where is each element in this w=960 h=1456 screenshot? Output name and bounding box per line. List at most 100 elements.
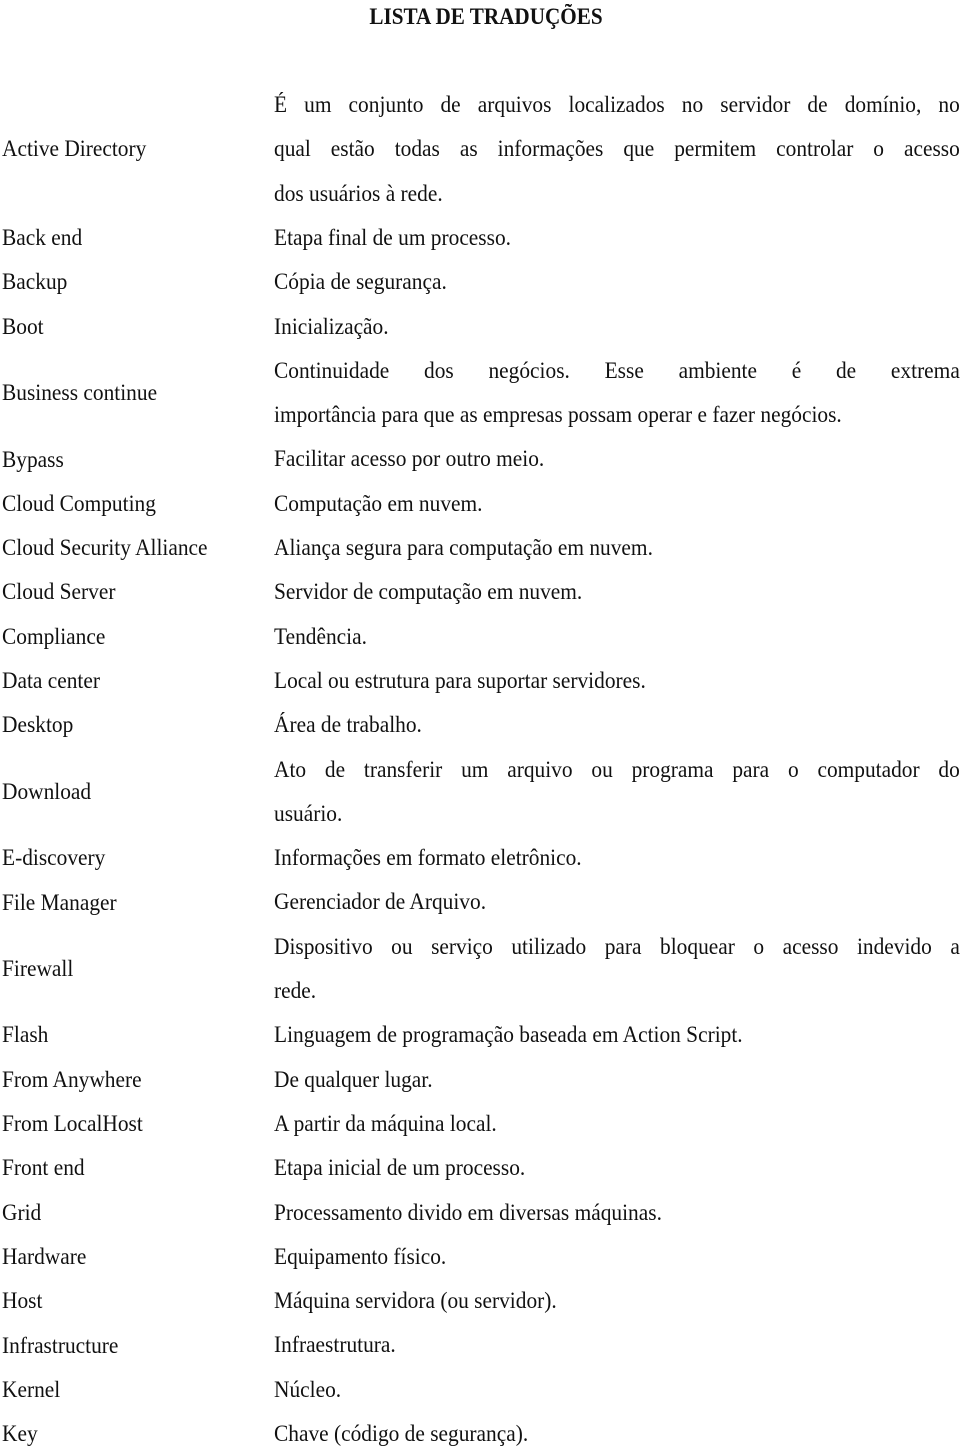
glossary-entry: Front end Etapa inicial de um processo. — [0, 1146, 960, 1190]
glossary-definition: Etapa final de um processo. — [274, 216, 960, 260]
glossary-term: Compliance — [2, 623, 106, 649]
glossary-term: File Manager — [2, 889, 117, 915]
definition-line: Etapa final de um processo. — [274, 224, 512, 250]
glossary-term: Boot — [2, 313, 44, 339]
glossary-definition: Cópia de segurança. — [274, 260, 960, 304]
glossary-definition: É um conjunto de arquivos localizados no… — [274, 83, 960, 216]
glossary-definition: Tendência. — [274, 615, 960, 659]
glossary-entry: Cloud Server Servidor de computação em nu… — [0, 570, 960, 614]
glossary-term: Back end — [2, 225, 83, 251]
definition-line: Continuidade dos negócios. Esse ambiente… — [274, 357, 960, 383]
glossary-entry: Infrastructure Infraestrutura. — [0, 1323, 960, 1367]
glossary-entry: Grid Processamento divido em diversas máq… — [0, 1191, 960, 1235]
definition-line: De qualquer lugar. — [274, 1066, 433, 1092]
glossary-term: From Anywhere — [2, 1066, 142, 1092]
glossary-term: From LocalHost — [2, 1111, 143, 1137]
definition-line: Máquina servidora (ou servidor). — [274, 1288, 557, 1314]
definition-line: Linguagem de programação baseada em Acti… — [274, 1022, 743, 1048]
glossary-term: Front end — [2, 1155, 85, 1181]
glossary-definition: Servidor de computação em nuvem. — [274, 570, 960, 614]
glossary-entry: File Manager Gerenciador de Arquivo. — [0, 880, 960, 924]
definition-line: Computação em nuvem. — [274, 490, 483, 516]
definition-line: Tendência. — [274, 623, 367, 649]
glossary-definition: Processamento divido em diversas máquina… — [274, 1191, 960, 1235]
glossary-definition: Etapa inicial de um processo. — [274, 1146, 960, 1190]
definition-line: Ato de transferir um arquivo ou programa… — [274, 756, 960, 782]
definition-line: Servidor de computação em nuvem. — [274, 579, 583, 605]
definition-line: Facilitar acesso por outro meio. — [274, 446, 545, 472]
glossary-term: Key — [2, 1421, 38, 1447]
definition-line: Informações em formato eletrônico. — [274, 845, 582, 871]
glossary-term: Business continue — [2, 380, 158, 406]
definition-line: A partir da máquina local. — [274, 1110, 497, 1136]
glossary-term: Desktop — [2, 712, 74, 738]
glossary-term: Grid — [2, 1199, 42, 1225]
definition-line: Chave (código de segurança). — [274, 1421, 529, 1446]
glossary-term: Bypass — [2, 446, 64, 472]
page-title: LISTA DE TRADUÇÕES — [369, 4, 603, 29]
glossary-entry: Backup Cópia de segurança. — [0, 260, 960, 304]
glossary-term: Cloud Server — [2, 579, 116, 605]
glossary-entry: From LocalHost A partir da máquina local. — [0, 1102, 960, 1146]
glossary-term: Hardware — [2, 1243, 87, 1269]
glossary-term: Kernel — [2, 1376, 61, 1402]
glossary-entry: Active Directory É um conjunto de arquivo… — [0, 83, 960, 216]
glossary-definition: Computação em nuvem. — [274, 482, 960, 526]
glossary-entry: Kernel Núcleo. — [0, 1368, 960, 1412]
glossary-definition: Facilitar acesso por outro meio. — [274, 437, 960, 481]
glossary-definition: Dispositivo ou serviço utilizado para bl… — [274, 925, 960, 1014]
definition-line: Área de trabalho. — [274, 712, 422, 738]
definition-line: Infraestrutura. — [274, 1332, 396, 1358]
glossary-definition: Linguagem de programação baseada em Acti… — [274, 1013, 960, 1057]
glossary-definition: Continuidade dos negócios. Esse ambiente… — [274, 349, 960, 438]
definition-line: Inicialização. — [274, 313, 389, 339]
glossary-definition: Gerenciador de Arquivo. — [274, 880, 960, 924]
glossary-entry: Compliance Tendência. — [0, 615, 960, 659]
glossary-definition: Área de trabalho. — [274, 703, 960, 747]
definition-line: Equipamento físico. — [274, 1243, 447, 1269]
glossary-definition: Máquina servidora (ou servidor). — [274, 1279, 960, 1323]
glossary-entry: Bypass Facilitar acesso por outro meio. — [0, 437, 960, 481]
definition-line: dos usuários à rede. — [274, 180, 443, 206]
glossary-entry: Host Máquina servidora (ou servidor). — [0, 1279, 960, 1323]
glossary-definition: Equipamento físico. — [274, 1235, 960, 1279]
glossary-entry: Business continue Continuidade dos negóci… — [0, 349, 960, 438]
glossary-definition: A partir da máquina local. — [274, 1102, 960, 1146]
glossary-entry: Cloud Security Alliance Aliança segura pa… — [0, 526, 960, 570]
glossary-entry: Hardware Equipamento físico. — [0, 1235, 960, 1279]
definition-line: usuário. — [274, 800, 343, 826]
glossary-entry: Flash Linguagem de programação baseada em… — [0, 1013, 960, 1057]
glossary-definition: Chave (código de segurança). — [274, 1412, 960, 1456]
glossary-entry: Boot Inicialização. — [0, 305, 960, 349]
definition-line: importância para que as empresas possam … — [274, 402, 842, 428]
glossary-definition: Local ou estrutura para suportar servido… — [274, 659, 960, 703]
glossary-definition: Infraestrutura. — [274, 1323, 960, 1367]
glossary-definition: Informações em formato eletrônico. — [274, 836, 960, 880]
glossary-term: Cloud Security Alliance — [2, 535, 208, 561]
glossary-term: Active Directory — [2, 136, 147, 162]
glossary-term: Host — [2, 1288, 43, 1314]
glossary-entry: Back end Etapa final de um processo. — [0, 216, 960, 260]
definition-line: Processamento divido em diversas máquina… — [274, 1199, 662, 1225]
definition-line: Local ou estrutura para suportar servido… — [274, 667, 646, 693]
definition-line: rede. — [274, 977, 317, 1003]
glossary-entry: Cloud Computing Computação em nuvem. — [0, 482, 960, 526]
definition-line: qual estão todas as informações que perm… — [274, 136, 960, 162]
glossary-term: Cloud Computing — [2, 490, 156, 516]
definition-line: Dispositivo ou serviço utilizado para bl… — [274, 933, 960, 959]
definition-line: Aliança segura para computação em nuvem. — [274, 535, 653, 560]
glossary-term: Backup — [2, 269, 68, 295]
glossary-term: E-discovery — [2, 845, 106, 871]
glossary-entry: Key Chave (código de segurança). — [0, 1412, 960, 1456]
definition-line: Etapa inicial de um processo. — [274, 1155, 526, 1181]
glossary-term: Data center — [2, 668, 100, 694]
glossary-definition: Ato de transferir um arquivo ou programa… — [274, 748, 960, 837]
definition-line: É um conjunto de arquivos localizados no… — [274, 92, 960, 117]
glossary-entry: E-discovery Informações em formato eletrô… — [0, 836, 960, 880]
glossary-definition: De qualquer lugar. — [274, 1058, 960, 1102]
glossary-entry: Desktop Área de trabalho. — [0, 703, 960, 747]
glossary-entry: Data center Local ou estrutura para supor… — [0, 659, 960, 703]
glossary-term: Download — [2, 778, 92, 804]
glossary-definition: Inicialização. — [274, 305, 960, 349]
glossary-definition: Aliança segura para computação em nuvem. — [274, 526, 960, 570]
